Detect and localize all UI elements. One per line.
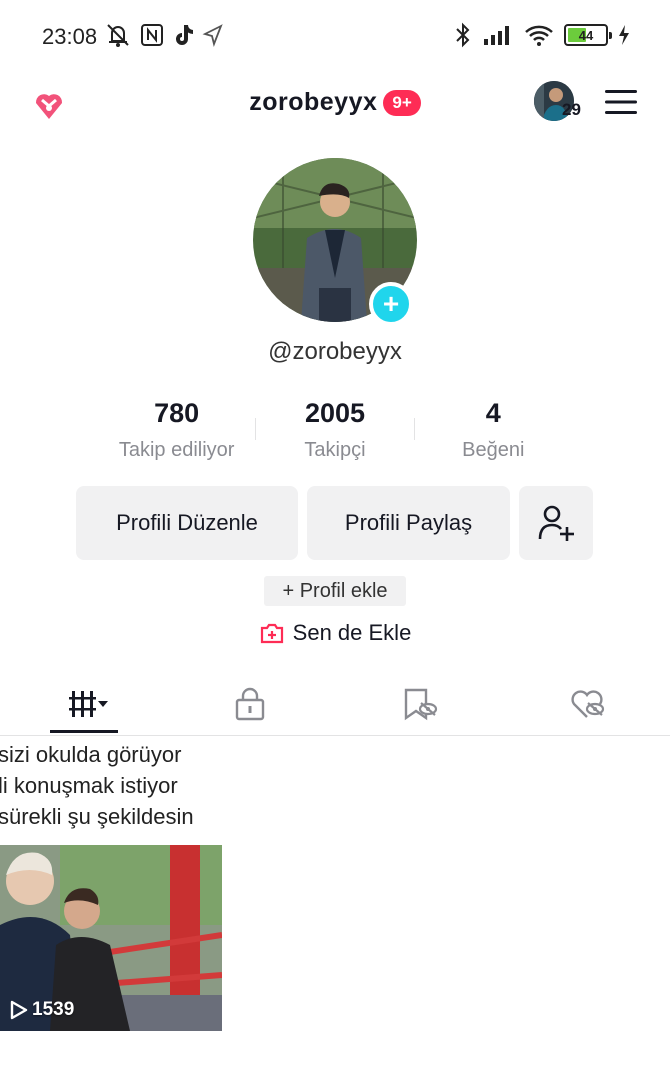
tab-liked[interactable] xyxy=(554,672,622,736)
tiktok-icon xyxy=(176,25,193,45)
stat-likes-value: 4 xyxy=(485,398,501,428)
bluetooth-icon xyxy=(456,22,470,48)
top-nav: zorobeyyx 9+ 29 xyxy=(0,72,670,138)
video-caption-line: sürekli şu şekildesin xyxy=(0,804,194,829)
stat-following-value: 780 xyxy=(154,398,200,428)
notification-badge: 9+ xyxy=(383,89,421,116)
tab-private[interactable] xyxy=(216,672,284,736)
liked-hidden-icon xyxy=(571,690,605,718)
mute-bell-icon xyxy=(107,24,129,47)
wifi-icon xyxy=(525,25,553,46)
signal-icon xyxy=(484,26,509,45)
edit-profile-button[interactable]: Profili Düzenle xyxy=(76,486,298,560)
status-bar: 23:08 44 xyxy=(0,0,670,72)
status-time: 23:08 xyxy=(42,24,98,49)
stat-following-label: Takip ediliyor xyxy=(118,439,235,461)
play-icon xyxy=(10,1000,28,1020)
stat-likes[interactable]: 4 Beğeni xyxy=(415,398,572,468)
play-count-value: 1539 xyxy=(32,999,75,1020)
add-friend-icon xyxy=(538,505,574,541)
sen-de-ekle-link[interactable]: Sen de Ekle xyxy=(0,620,670,646)
add-profile-chip[interactable]: + Profil ekle xyxy=(264,576,406,606)
username: zorobeyyx xyxy=(249,88,378,116)
tab-videos[interactable] xyxy=(50,672,118,736)
add-story-icon xyxy=(260,623,283,644)
charging-icon xyxy=(619,25,629,45)
account-switch-count: 29 xyxy=(562,100,581,119)
video-caption: sizi okulda görüyor li konuşmak istiyor … xyxy=(0,737,222,845)
video-caption-line: li konuşmak istiyor xyxy=(0,773,178,798)
add-avatar-button[interactable]: + xyxy=(369,282,413,326)
status-right-icons: 44 xyxy=(454,22,630,48)
stat-followers-value: 2005 xyxy=(304,398,366,428)
profile-stats: 780 Takip ediliyor 2005 Takipçi 4 Beğeni xyxy=(98,398,572,468)
stat-followers[interactable]: 2005 Takipçi xyxy=(256,398,413,468)
video-play-count: 1539 xyxy=(10,999,74,1021)
tab-reposts[interactable] xyxy=(386,672,454,736)
profile-handle: @zorobeyyx xyxy=(268,338,402,365)
stat-followers-label: Takipçi xyxy=(304,439,366,461)
stat-likes-label: Beğeni xyxy=(462,439,525,461)
stat-following[interactable]: 780 Takip ediliyor xyxy=(98,398,255,468)
tab-active-indicator xyxy=(50,730,118,733)
lock-icon xyxy=(235,687,265,721)
location-icon xyxy=(202,24,223,47)
battery-level: 44 xyxy=(578,27,594,43)
profile-tabs xyxy=(0,672,670,736)
nfc-icon xyxy=(141,24,163,46)
add-friend-button[interactable] xyxy=(519,486,593,560)
sen-de-ekle-label: Sen de Ekle xyxy=(292,620,412,645)
hamburger-menu-icon[interactable] xyxy=(604,88,638,116)
status-left-icons xyxy=(104,22,224,48)
battery-icon: 44 xyxy=(564,24,612,46)
video-tile[interactable]: sizi okulda görüyor li konuşmak istiyor … xyxy=(0,737,222,1031)
grid-icon xyxy=(69,691,108,717)
repost-hidden-icon xyxy=(404,688,438,721)
share-profile-button[interactable]: Profili Paylaş xyxy=(307,486,510,560)
video-caption-line: sizi okulda görüyor xyxy=(0,742,182,767)
